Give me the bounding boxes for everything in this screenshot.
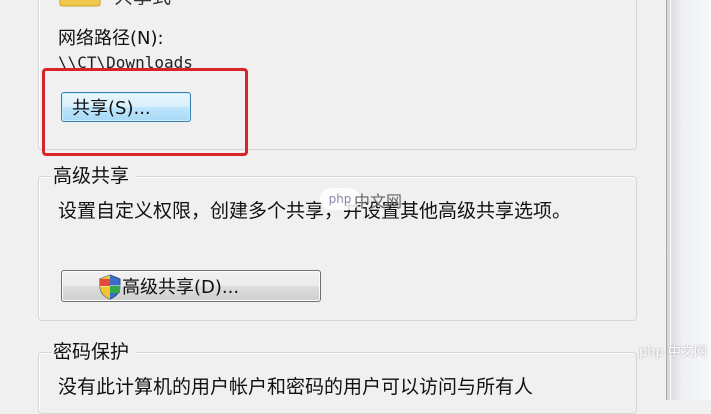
advanced-sharing-title: 高级共享	[51, 163, 136, 189]
password-protection-description: 没有此计算机的用户帐户和密码的用户可以访问与所有人	[58, 376, 534, 398]
watermark-corner: php 中文网	[639, 345, 707, 360]
folder-properties-window: 共享式 网络路径(N): \\CT\Downloads 共享(S)... 高级共…	[0, 0, 711, 414]
advanced-sharing-button[interactable]: 高级共享(D)...	[61, 270, 321, 302]
password-protection-title: 密码保护	[51, 339, 136, 365]
highlight-box	[42, 68, 248, 156]
uac-shield-icon	[99, 274, 121, 300]
advanced-sharing-button-label: 高级共享(D)...	[122, 277, 240, 298]
shared-folder-icon	[59, 0, 101, 7]
share-name: 共享式	[114, 0, 171, 8]
watermark-site: 中文网	[354, 192, 403, 211]
window-right-frame	[666, 0, 711, 400]
network-path-label: 网络路径(N):	[58, 28, 164, 49]
